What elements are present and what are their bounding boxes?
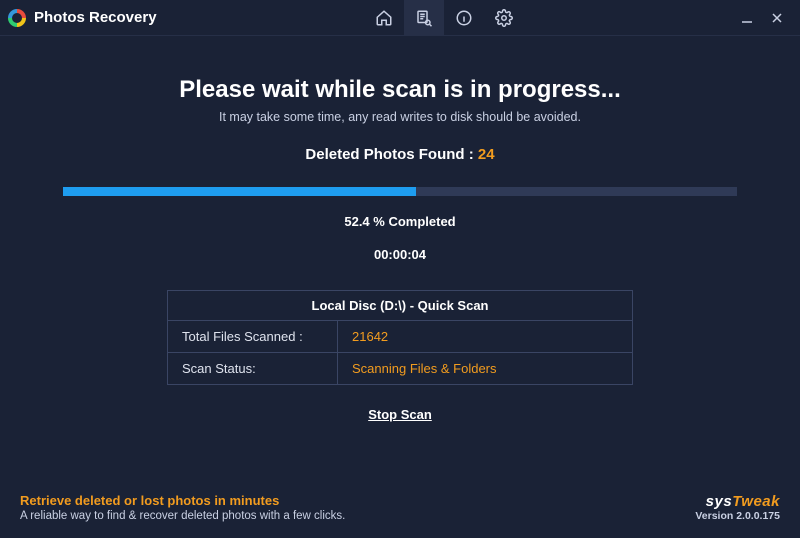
footer: Retrieve deleted or lost photos in minut…: [20, 493, 780, 522]
gear-icon[interactable]: [484, 0, 524, 36]
footer-right: sysTweak Version 2.0.0.175: [695, 493, 780, 522]
brand-part-b: Tweak: [732, 493, 780, 510]
row-value: Scanning Files & Folders: [338, 353, 632, 384]
panel-title: Local Disc (D:\) - Quick Scan: [168, 291, 632, 321]
info-icon[interactable]: [444, 0, 484, 36]
main-content: Please wait while scan is in progress...…: [0, 36, 800, 424]
footer-desc: A reliable way to find & recover deleted…: [20, 510, 345, 522]
close-icon[interactable]: [762, 0, 792, 36]
row-label: Scan Status:: [168, 353, 338, 384]
progress-percent: 52.4 % Completed: [30, 214, 770, 229]
table-row: Total Files Scanned : 21642: [168, 321, 632, 353]
row-label: Total Files Scanned :: [168, 321, 338, 352]
found-value: 24: [478, 146, 495, 163]
home-icon[interactable]: [364, 0, 404, 36]
footer-left: Retrieve deleted or lost photos in minut…: [20, 493, 345, 522]
progress-track: [63, 187, 737, 196]
stop-scan-link[interactable]: Stop Scan: [368, 407, 432, 422]
app-logo-icon: [8, 9, 26, 27]
page-subtitle: It may take some time, any read writes t…: [30, 110, 770, 124]
table-row: Scan Status: Scanning Files & Folders: [168, 353, 632, 384]
scan-icon[interactable]: [404, 0, 444, 36]
version-text: Version 2.0.0.175: [695, 510, 780, 522]
status-panel: Local Disc (D:\) - Quick Scan Total File…: [167, 290, 633, 385]
elapsed-time: 00:00:04: [30, 247, 770, 262]
found-count: Deleted Photos Found : 24: [30, 146, 770, 163]
page-title: Please wait while scan is in progress...: [30, 76, 770, 104]
titlebar: Photos Recovery: [0, 0, 800, 36]
progress-bar: [63, 187, 737, 196]
row-value: 21642: [338, 321, 632, 352]
footer-tagline: Retrieve deleted or lost photos in minut…: [20, 493, 345, 508]
found-label: Deleted Photos Found :: [305, 146, 473, 163]
brand-logo: sysTweak: [695, 493, 780, 510]
minimize-icon[interactable]: [732, 0, 762, 36]
app-title: Photos Recovery: [34, 9, 157, 26]
brand-part-a: sys: [706, 493, 733, 510]
progress-fill: [63, 187, 416, 196]
